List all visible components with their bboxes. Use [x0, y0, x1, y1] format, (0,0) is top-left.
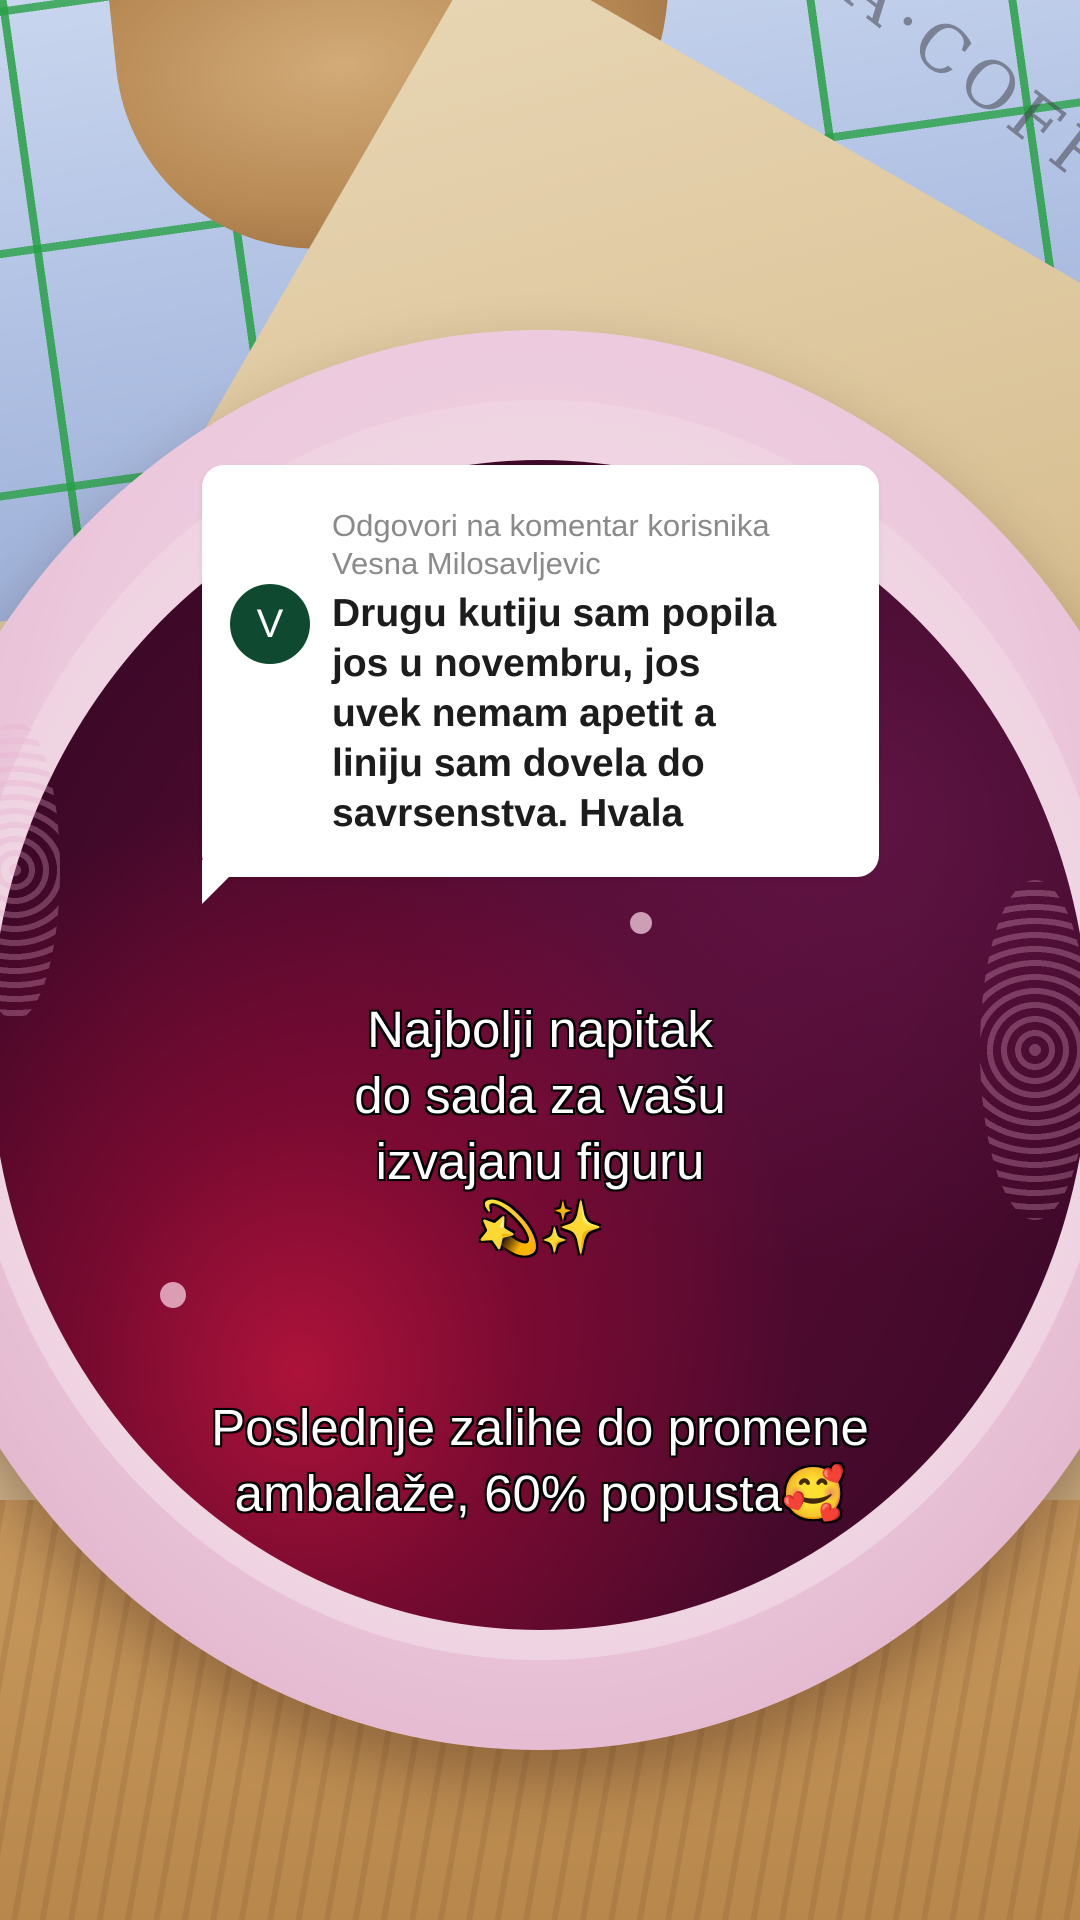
video-frame: LA·COFFE Odgovori na komentar korisnika …: [0, 0, 1080, 1920]
drink-highlight: [160, 1282, 186, 1308]
reply-card-tail: [202, 860, 246, 904]
comment-line: Drugu kutiju sam popila: [332, 592, 777, 635]
drink-highlight: [630, 912, 652, 934]
caption-line: do sada za vašu: [354, 1067, 726, 1124]
caption-line: Poslednje zalihe do promene: [211, 1399, 869, 1456]
reply-header-label: Odgovori na komentar korisnika: [332, 508, 770, 543]
avatar: V: [230, 584, 310, 664]
reply-header-username: Vesna Milosavljevic: [332, 546, 601, 581]
caption-emoji-line: 💫✨: [476, 1199, 604, 1256]
comment-line: uvek nemam apetit a: [332, 692, 716, 735]
caption-line: izvajanu figuru: [375, 1133, 705, 1190]
reply-comment-text: Drugu kutiju sam popila jos u novembru, …: [332, 589, 852, 839]
reply-header: Odgovori na komentar korisnika Vesna Mil…: [332, 507, 852, 583]
caption-main: Najbolji napitak do sada za vašu izvajan…: [0, 997, 1080, 1261]
comment-line: liniju sam dovela do: [332, 742, 705, 785]
comment-line: savrsenstva. Hvala: [332, 792, 684, 835]
caption-line: ambalaže, 60% popusta🥰: [234, 1465, 846, 1522]
comment-line: jos u novembru, jos: [332, 642, 701, 685]
comment-reply-card[interactable]: Odgovori na komentar korisnika Vesna Mil…: [202, 465, 879, 877]
caption-promo: Poslednje zalihe do promene ambalaže, 60…: [0, 1395, 1080, 1527]
caption-line: Najbolji napitak: [367, 1001, 713, 1058]
